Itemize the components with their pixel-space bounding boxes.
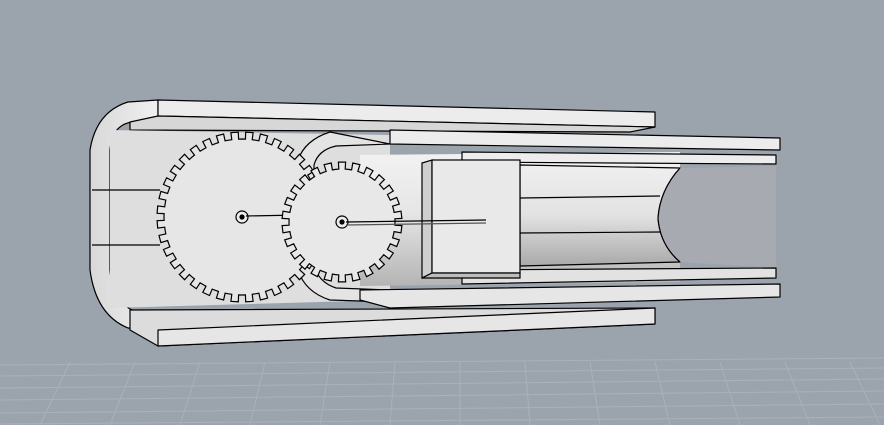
model-render [0,99,884,425]
slider-block [421,159,521,279]
ground-grid [0,357,884,425]
cad-viewport[interactable] [0,0,884,425]
